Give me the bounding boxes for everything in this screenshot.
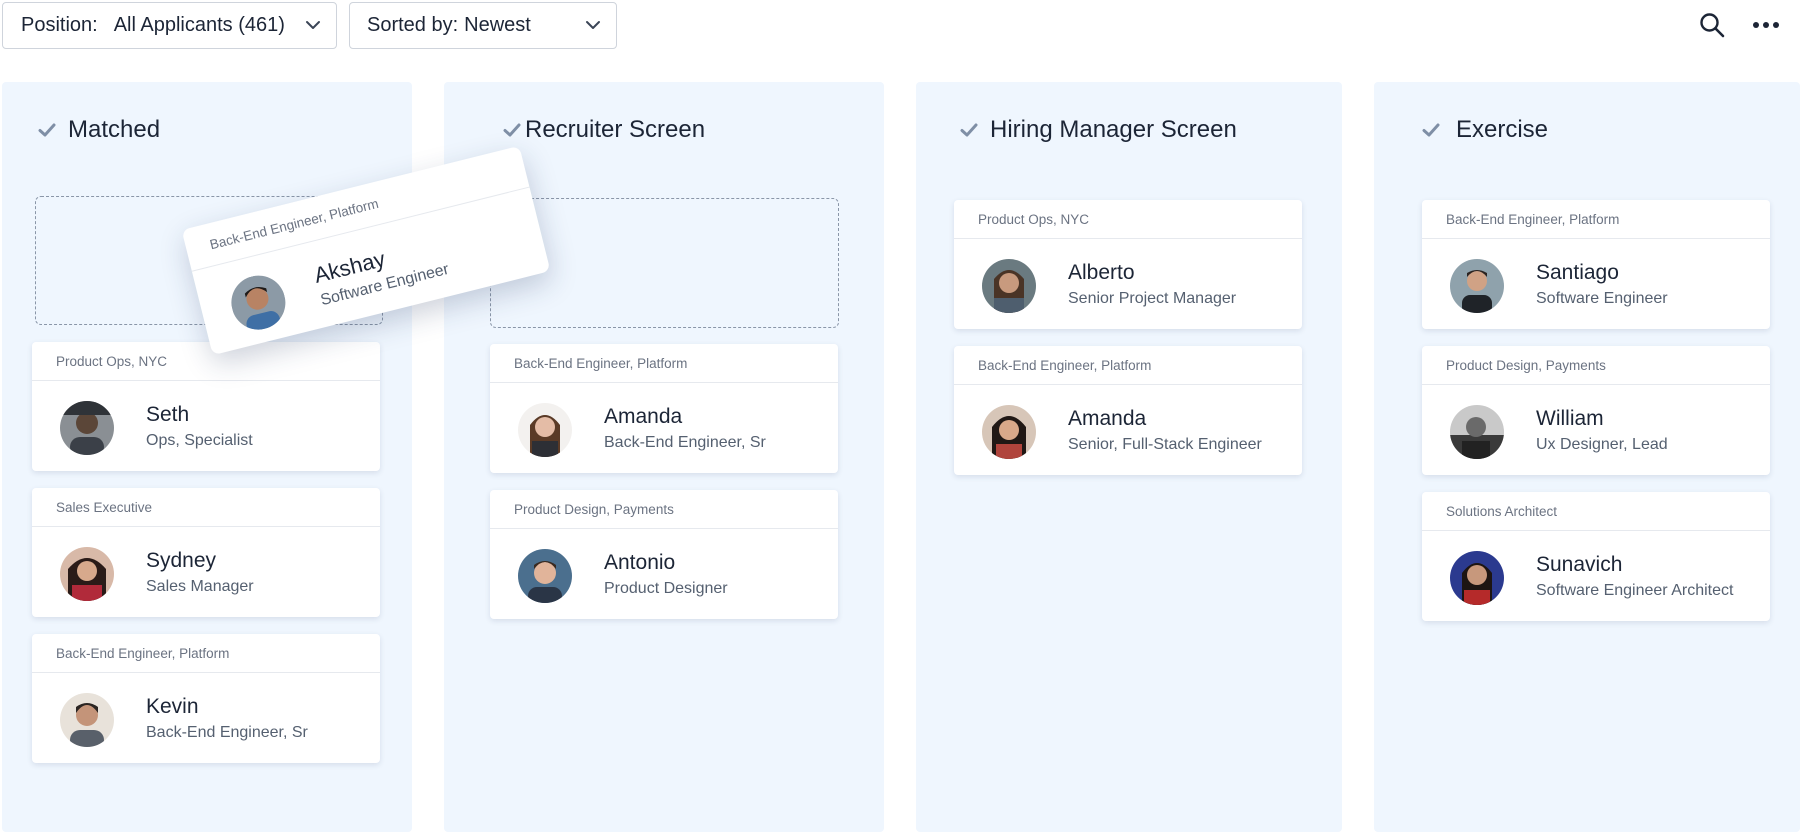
- candidate-role: Back-End Engineer, Sr: [146, 724, 308, 741]
- divider: [490, 382, 838, 383]
- sort-select[interactable]: Sorted by: Newest: [349, 2, 617, 49]
- candidate-card[interactable]: Sales Executive Sydney Sales Manager: [32, 488, 380, 617]
- candidate-name: Alberto: [1068, 261, 1135, 284]
- candidate-card[interactable]: Solutions Architect Sunavich Software En…: [1422, 492, 1770, 621]
- candidate-name: Amanda: [604, 405, 683, 428]
- candidate-card[interactable]: Back-End Engineer, Platform Amanda Back-…: [490, 344, 838, 473]
- candidate-role: Sales Manager: [146, 578, 254, 595]
- more-horizontal-icon[interactable]: [1751, 10, 1781, 40]
- candidate-name: Amanda: [1068, 407, 1147, 430]
- check-icon: [960, 123, 978, 137]
- avatar: [982, 259, 1036, 313]
- position-filter-select[interactable]: Position: All Applicants (461): [2, 2, 337, 49]
- divider: [1422, 238, 1770, 239]
- candidate-name: Antonio: [604, 551, 676, 574]
- avatar: [60, 693, 114, 747]
- card-position-tag: Back-End Engineer, Platform: [56, 646, 230, 661]
- candidate-role: Senior, Full-Stack Engineer: [1068, 436, 1262, 453]
- avatar: [60, 401, 114, 455]
- check-icon: [38, 123, 56, 137]
- candidate-name: Santiago: [1536, 261, 1619, 284]
- divider: [1422, 384, 1770, 385]
- candidate-role: Back-End Engineer, Sr: [604, 434, 766, 451]
- avatar: [225, 269, 292, 336]
- column-title-text: Matched: [68, 116, 161, 143]
- top-bar: Position: All Applicants (461) Sorted by…: [0, 0, 1800, 56]
- divider: [954, 384, 1302, 385]
- candidate-role: Senior Project Manager: [1068, 290, 1237, 307]
- candidate-role: Ux Designer, Lead: [1536, 436, 1668, 453]
- candidate-name: Kevin: [146, 695, 199, 718]
- column-title-text: Exercise: [1456, 116, 1549, 143]
- card-position-tag: Product Design, Payments: [514, 502, 674, 517]
- card-position-tag: Product Ops, NYC: [56, 354, 168, 369]
- candidate-role: Product Designer: [604, 580, 728, 597]
- candidate-card[interactable]: Back-End Engineer, Platform Kevin Back-E…: [32, 634, 380, 763]
- column-hiring-manager-screen: Hiring Manager Screen Product Ops, NYC A…: [916, 82, 1342, 832]
- divider: [1422, 530, 1770, 531]
- column-title: Matched: [38, 116, 160, 144]
- divider: [954, 238, 1302, 239]
- column-title-text: Recruiter Screen: [525, 116, 706, 143]
- column-title: Recruiter Screen: [503, 116, 705, 144]
- divider: [490, 528, 838, 529]
- candidate-name: Seth: [146, 403, 190, 426]
- search-icon[interactable]: [1697, 10, 1727, 40]
- card-position-tag: Back-End Engineer, Platform: [514, 356, 688, 371]
- card-position-tag: Solutions Architect: [1446, 504, 1558, 519]
- column-title: Hiring Manager Screen: [960, 116, 1237, 144]
- card-position-tag: Product Ops, NYC: [978, 212, 1090, 227]
- avatar: [518, 403, 572, 457]
- candidate-card[interactable]: Product Design, Payments Antonio Product…: [490, 490, 838, 619]
- sort-value: Newest: [464, 14, 531, 36]
- avatar: [1450, 551, 1504, 605]
- column-title-text: Hiring Manager Screen: [990, 116, 1237, 143]
- candidate-card[interactable]: Product Ops, NYC Alberto Senior Project …: [954, 200, 1302, 329]
- column-title: Exercise: [1422, 116, 1548, 144]
- avatar: [60, 547, 114, 601]
- position-filter-value: All Applicants (461): [113, 14, 285, 36]
- card-position-tag: Sales Executive: [56, 500, 153, 515]
- chevron-down-icon: [586, 21, 600, 29]
- check-icon: [503, 123, 521, 137]
- check-icon: [1422, 123, 1440, 137]
- avatar: [518, 549, 572, 603]
- candidate-role: Ops, Specialist: [146, 432, 253, 449]
- chevron-down-icon: [306, 21, 320, 29]
- divider: [32, 526, 380, 527]
- candidate-card[interactable]: Back-End Engineer, Platform Amanda Senio…: [954, 346, 1302, 475]
- candidate-name: Sydney: [146, 549, 217, 572]
- avatar: [982, 405, 1036, 459]
- avatar: [1450, 405, 1504, 459]
- card-position-tag: Back-End Engineer, Platform: [1446, 212, 1620, 227]
- card-position-tag: Product Design, Payments: [1446, 358, 1606, 373]
- candidate-card[interactable]: Back-End Engineer, Platform Santiago Sof…: [1422, 200, 1770, 329]
- candidate-name: Sunavich: [1536, 553, 1623, 576]
- divider: [32, 380, 380, 381]
- candidate-card[interactable]: Product Design, Payments William Ux Desi…: [1422, 346, 1770, 475]
- divider: [32, 672, 380, 673]
- candidate-card[interactable]: Product Ops, NYC Seth Ops, Specialist: [32, 342, 380, 471]
- avatar: [1450, 259, 1504, 313]
- candidate-role: Software Engineer: [1536, 290, 1668, 307]
- candidate-name: William: [1536, 407, 1604, 430]
- candidate-role: Software Engineer Architect: [1536, 582, 1734, 599]
- card-position-tag: Back-End Engineer, Platform: [978, 358, 1152, 373]
- position-filter-label: Position:: [21, 14, 98, 36]
- column-exercise: Exercise Back-End Engineer, Platform San…: [1374, 82, 1800, 832]
- sort-label: Sorted by:: [367, 14, 459, 36]
